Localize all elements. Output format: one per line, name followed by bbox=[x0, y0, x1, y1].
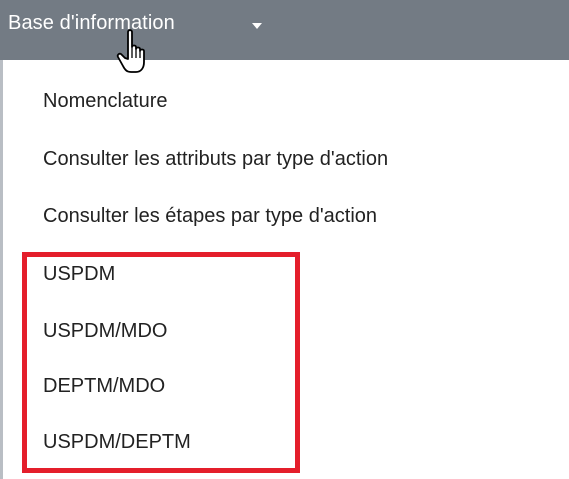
menu-item-uspdm-mdo[interactable]: USPDM/MDO bbox=[43, 320, 167, 343]
dropdown-screenshot: Base d'information Nomenclature Consulte… bbox=[0, 0, 569, 479]
menu-item-uspdm-deptm[interactable]: USPDM/DEPTM bbox=[43, 431, 191, 454]
menu-item-nomenclature[interactable]: Nomenclature bbox=[43, 90, 168, 113]
caret-down-icon[interactable] bbox=[252, 23, 262, 29]
menu-item-uspdm[interactable]: USPDM bbox=[43, 263, 115, 286]
menu-item-consulter-attributs[interactable]: Consulter les attributs par type d'actio… bbox=[43, 148, 388, 171]
menu-item-consulter-etapes[interactable]: Consulter les étapes par type d'action bbox=[43, 205, 377, 228]
dropdown-left-border bbox=[0, 60, 3, 479]
hand-pointer-icon bbox=[116, 29, 145, 73]
menu-header-base-information[interactable]: Base d'information bbox=[0, 0, 569, 60]
menu-item-deptm-mdo[interactable]: DEPTM/MDO bbox=[43, 375, 165, 398]
